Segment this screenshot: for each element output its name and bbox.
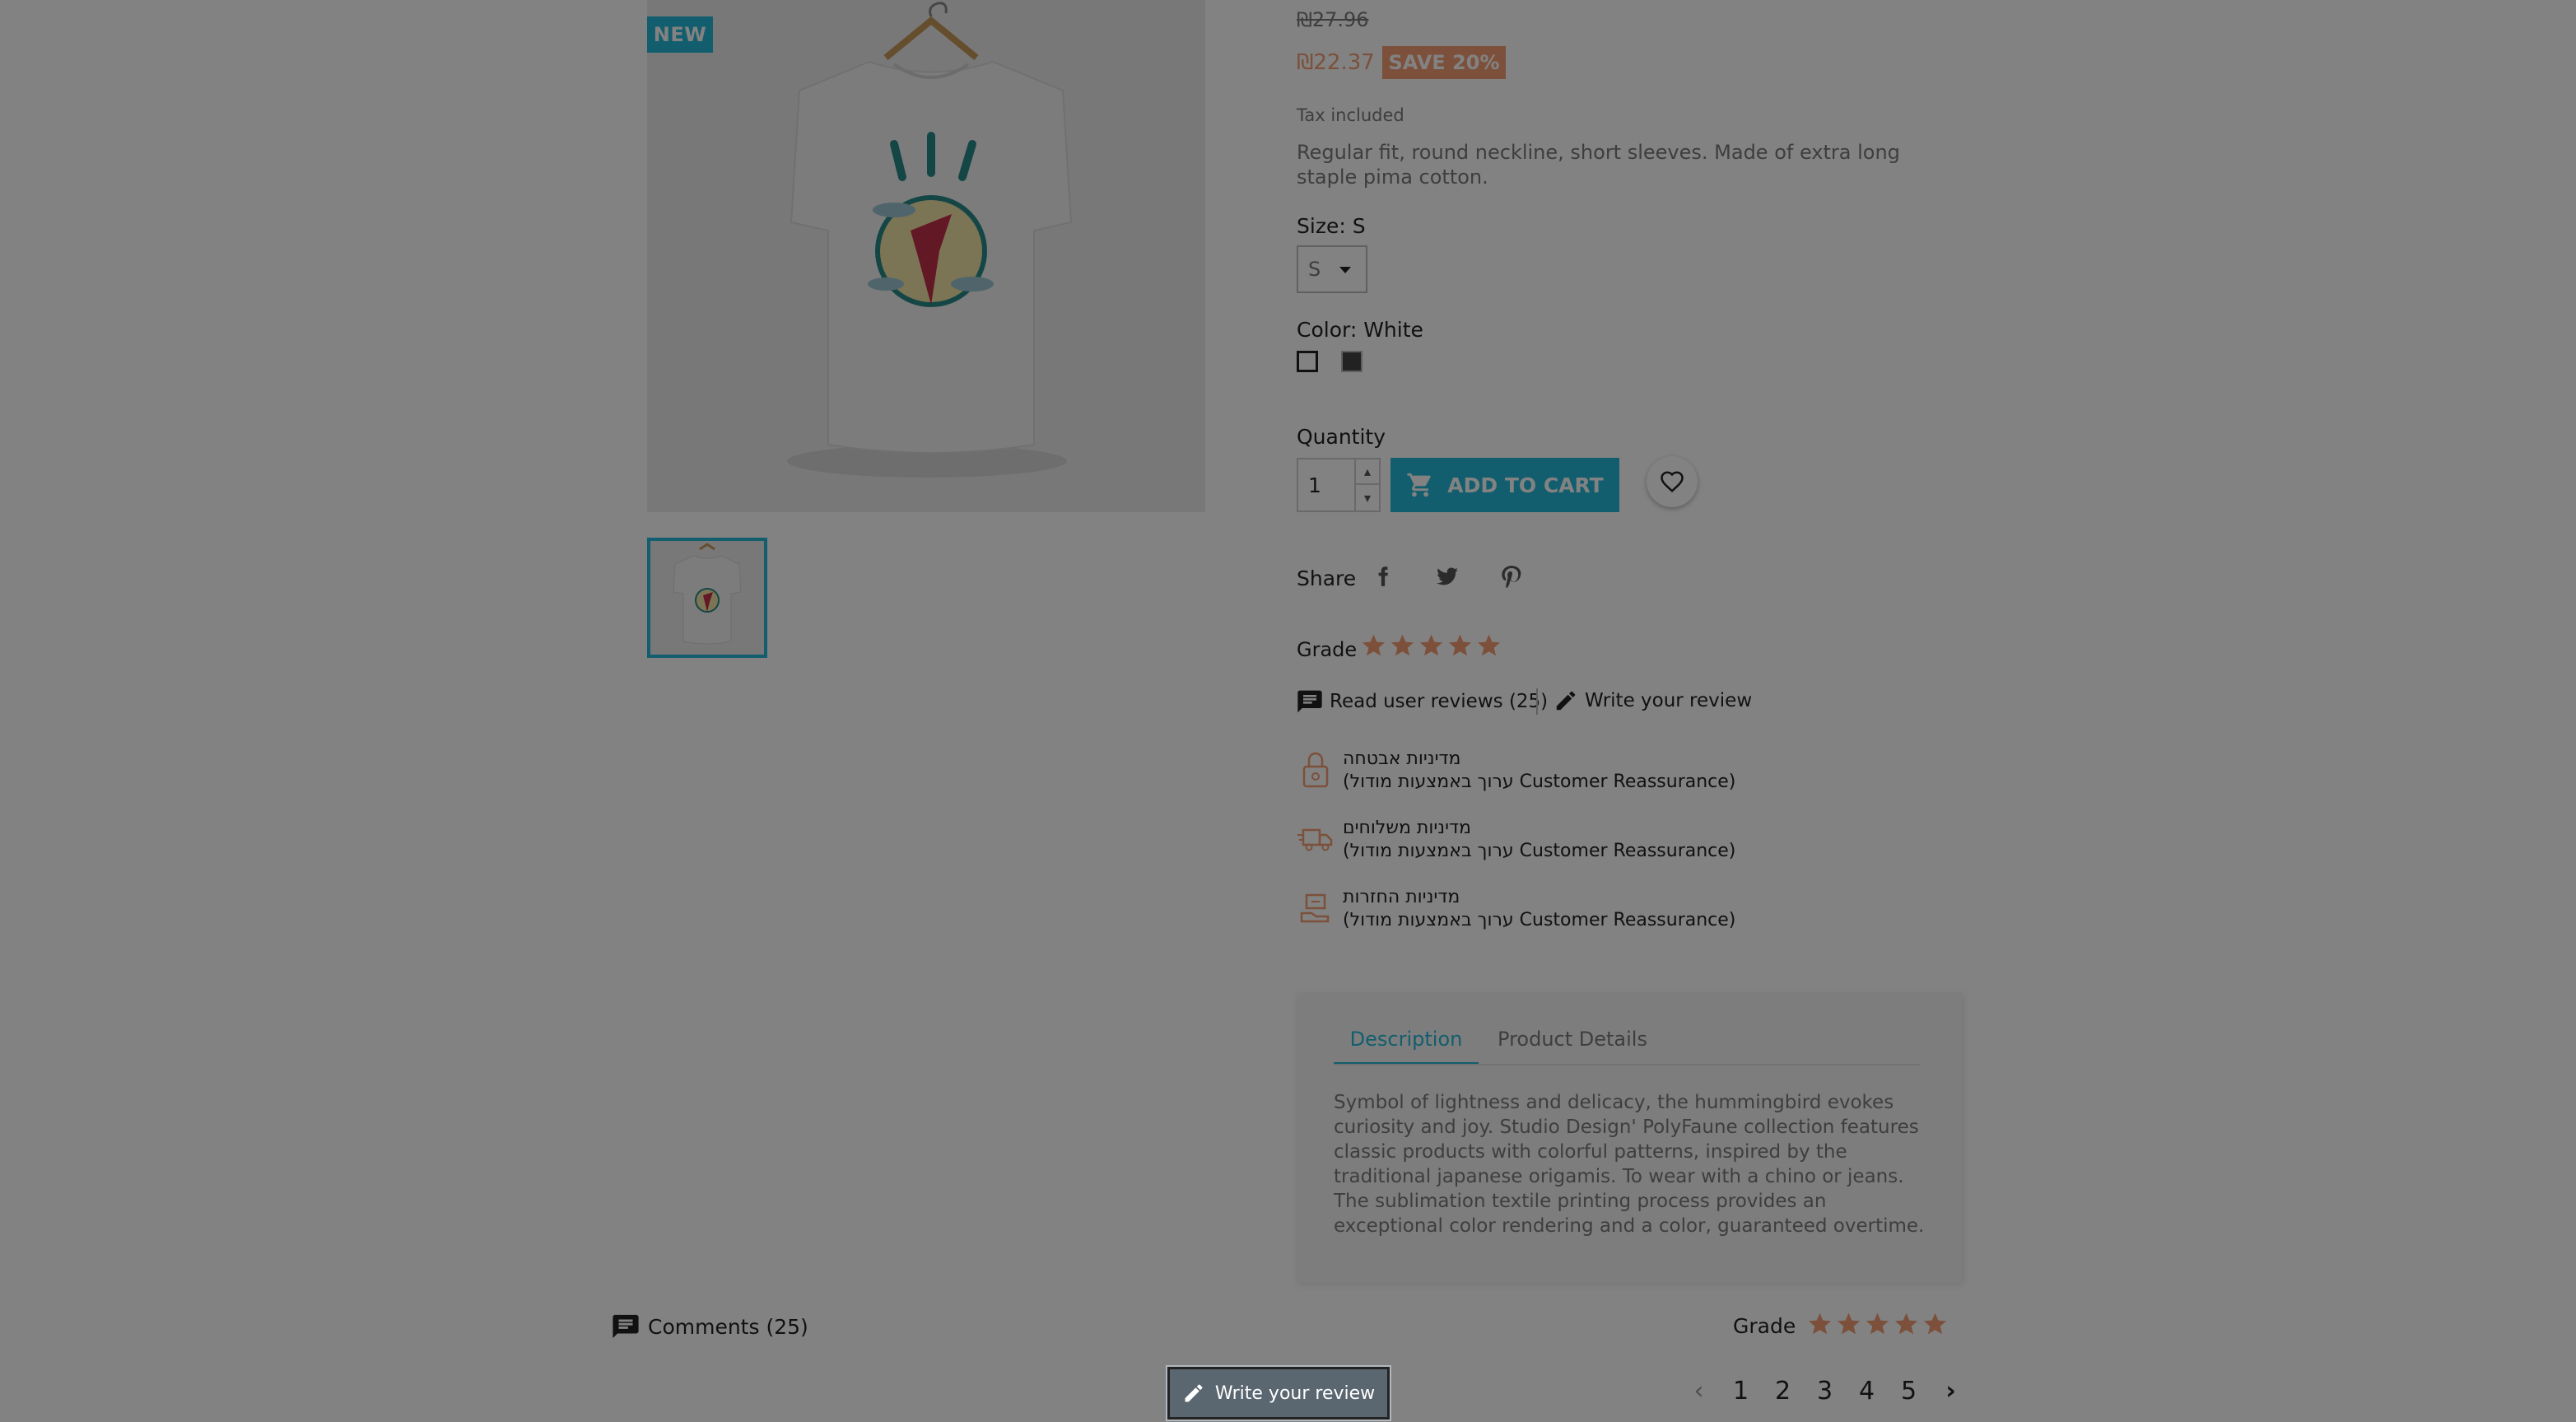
star-icon: [1477, 634, 1501, 656]
reassurance-subtitle: (ערוך באמצעות מודול Customer Reassurance…: [1343, 910, 1736, 930]
product-thumbnail[interactable]: [647, 538, 767, 658]
caret-down-icon: [1339, 267, 1351, 273]
pencil-icon: [1556, 691, 1576, 711]
color-swatch-white[interactable]: [1297, 351, 1318, 372]
discount-badge: SAVE 20%: [1382, 46, 1506, 79]
star-icon: [1448, 634, 1472, 656]
reassurance-subtitle: (ערוך באמצעות מודול Customer Reassurance…: [1343, 772, 1736, 792]
reassurance-title: מדיניות החזרות: [1343, 887, 1460, 907]
rating-stars: [1807, 1311, 1948, 1336]
color-label: Color: White: [1297, 318, 1423, 342]
return-icon: [1297, 886, 1335, 929]
pagination-page[interactable]: 4: [1846, 1377, 1888, 1406]
tax-label: Tax included: [1297, 105, 1404, 125]
star-icon: [1419, 634, 1443, 656]
modal-backdrop: [0, 0, 2576, 1422]
size-select-value: S: [1308, 258, 1321, 281]
size-select[interactable]: S: [1297, 245, 1367, 293]
read-reviews-link[interactable]: Read user reviews (25): [1297, 688, 1548, 715]
comments-count: Comments (25): [648, 1314, 808, 1339]
product-long-description: Symbol of lightness and delicacy, the hu…: [1334, 1092, 1925, 1237]
write-review-label: Write your review: [1585, 690, 1753, 711]
reassurance-item-security: מדיניות אבטחה (ערוך באמצעות מודול Custom…: [1297, 748, 1735, 794]
product-short-description: Regular fit, round neckline, short sleev…: [1297, 141, 1900, 189]
pagination-next-button[interactable]: ›: [1930, 1377, 1972, 1406]
write-review-link[interactable]: Write your review: [1554, 688, 1752, 713]
star-icon: [1894, 1312, 1918, 1335]
tabs-underline: [1334, 1064, 1920, 1065]
color-swatch-black[interactable]: [1341, 351, 1363, 372]
reassurance-item-returns: מדיניות החזרות (ערוך באמצעות מודול Custo…: [1297, 886, 1735, 932]
star-icon: [1923, 1312, 1947, 1335]
reassurance-subtitle: (ערוך באמצעות מודול Customer Reassurance…: [1343, 841, 1736, 861]
star-icon: [1808, 1312, 1832, 1335]
pagination-page[interactable]: 2: [1762, 1377, 1804, 1406]
star-icon: [1362, 634, 1386, 656]
pagination-page[interactable]: 1: [1720, 1377, 1762, 1406]
share-pinterest-button[interactable]: [1491, 556, 1532, 597]
write-review-button[interactable]: Write your review: [1166, 1365, 1391, 1421]
quantity-input[interactable]: 1: [1297, 458, 1356, 512]
quantity-value: 1: [1308, 473, 1321, 497]
facebook-icon: [1378, 566, 1388, 586]
new-flag-badge: NEW: [647, 16, 713, 53]
reassurance-item-shipping: מדיניות משלוחים (ערוך באמצעות מודול Cust…: [1297, 817, 1735, 863]
pinterest-icon: [1502, 566, 1521, 588]
grade-label: Grade: [1733, 1314, 1796, 1338]
pagination-page[interactable]: 3: [1804, 1377, 1846, 1406]
tab-product-details[interactable]: Product Details: [1484, 1028, 1661, 1065]
quantity-increase-button[interactable]: ▴: [1356, 458, 1381, 485]
twitter-icon: [1437, 567, 1458, 585]
truck-icon: [1297, 817, 1335, 860]
heart-icon: [1661, 471, 1684, 492]
pencil-icon: [1185, 1384, 1203, 1402]
star-icon: [1866, 1312, 1889, 1335]
quantity-decrease-button[interactable]: ▾: [1356, 485, 1381, 512]
comments-header: Comments (25): [612, 1312, 808, 1340]
star-icon: [1390, 634, 1414, 656]
reassurance-title: מדיניות משלוחים: [1343, 818, 1471, 838]
write-review-button-label: Write your review: [1214, 1382, 1376, 1404]
quantity-label: Quantity: [1297, 425, 1386, 449]
wishlist-button[interactable]: [1647, 456, 1698, 507]
rating-stars: [1361, 632, 1502, 658]
regular-price: ₪27.96: [1297, 8, 1369, 31]
product-cover-image[interactable]: [647, 0, 1205, 512]
comment-icon: [1297, 690, 1322, 713]
current-price: ₪22.37: [1297, 50, 1375, 75]
lock-icon: [1297, 748, 1335, 790]
share-twitter-button[interactable]: [1427, 556, 1468, 597]
read-reviews-label: Read user reviews (25): [1330, 691, 1549, 712]
chevron-down-icon: ▾: [1363, 490, 1372, 506]
pagination-prev-button[interactable]: ‹: [1678, 1377, 1720, 1406]
divider: [1536, 688, 1538, 715]
cart-icon: [1407, 473, 1431, 497]
reviews-pagination: ‹ 1 2 3 4 5 ›: [1678, 1377, 1972, 1406]
size-label: Size: S: [1297, 214, 1366, 238]
share-label: Share: [1297, 566, 1357, 590]
reassurance-title: מדיניות אבטחה: [1343, 748, 1461, 769]
pagination-page[interactable]: 5: [1888, 1377, 1930, 1406]
add-to-cart-button[interactable]: ADD TO CART: [1390, 458, 1619, 512]
add-to-cart-label: ADD TO CART: [1447, 473, 1604, 497]
chevron-up-icon: ▴: [1363, 464, 1372, 479]
comment-icon: [613, 1314, 639, 1339]
tab-description[interactable]: Description: [1334, 1028, 1479, 1065]
star-icon: [1837, 1312, 1861, 1335]
share-facebook-button[interactable]: [1363, 556, 1404, 597]
grade-label: Grade: [1297, 638, 1358, 661]
